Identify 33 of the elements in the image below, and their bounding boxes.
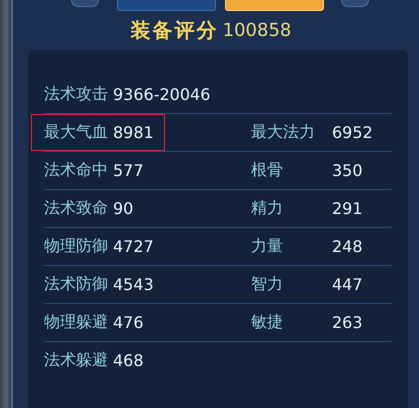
stat-value: 8981 xyxy=(113,123,154,142)
stat-label: 物理躲避 xyxy=(44,312,108,333)
stat-value: 350 xyxy=(332,161,363,180)
stat-value: 476 xyxy=(113,313,144,332)
stat-value: 6952 xyxy=(332,123,373,142)
stat-label: 法术致命 xyxy=(44,198,108,219)
stat-value: 248 xyxy=(332,237,363,256)
score-value: 100858 xyxy=(222,20,292,40)
stat-value: 4543 xyxy=(113,275,154,294)
stat-value: 9366-20046 xyxy=(113,85,210,104)
tab[interactable] xyxy=(116,0,216,11)
stat-label: 法术攻击 xyxy=(44,84,108,105)
stat-label: 法术命中 xyxy=(44,160,108,181)
stat-value: 4727 xyxy=(113,237,154,256)
stat-label: 精力 xyxy=(251,198,284,219)
round-button[interactable] xyxy=(71,0,99,7)
stat-label: 最大气血 xyxy=(44,122,108,143)
stat-label: 物理防御 xyxy=(44,236,108,257)
stat-value: 577 xyxy=(113,161,144,180)
stat-label: 最大法力 xyxy=(251,122,316,143)
stat-value: 90 xyxy=(113,199,134,218)
stat-value: 447 xyxy=(332,275,363,294)
round-button[interactable] xyxy=(341,0,369,7)
stat-label: 智力 xyxy=(251,274,284,295)
stat-value: 291 xyxy=(332,199,363,218)
stat-label: 法术防御 xyxy=(44,274,108,295)
stat-label: 敏捷 xyxy=(251,312,284,333)
stat-label: 力量 xyxy=(251,236,284,257)
stat-label: 法术躲避 xyxy=(44,350,108,371)
stat-label: 根骨 xyxy=(251,160,284,181)
score-label: 装备评分 xyxy=(130,16,219,44)
stat-value: 468 xyxy=(113,351,144,370)
stat-value: 263 xyxy=(332,313,363,332)
